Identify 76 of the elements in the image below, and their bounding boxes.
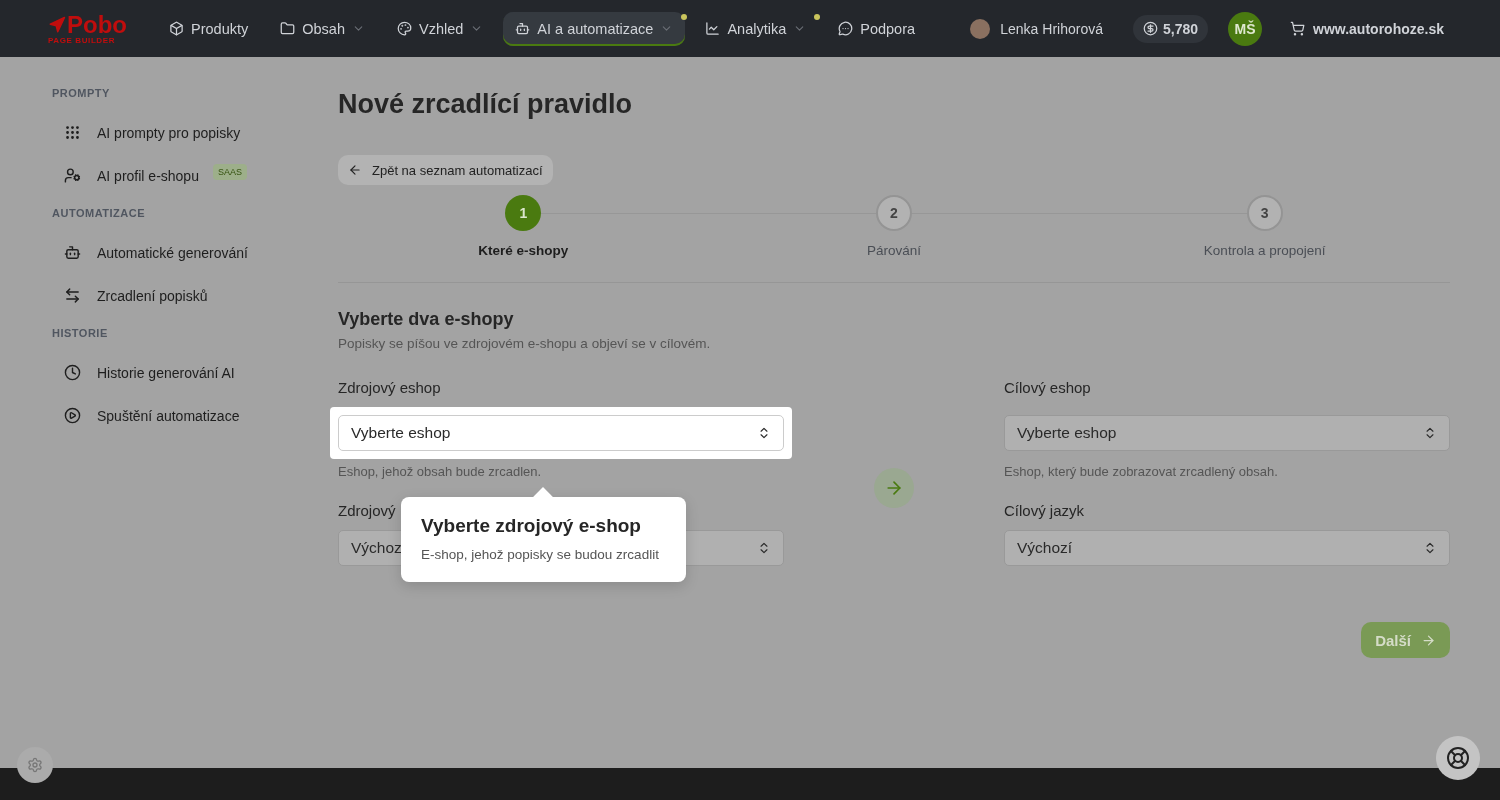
sidebar-item[interactable]: Automatické generování: [52, 231, 332, 274]
sidebar-item[interactable]: Zrcadlení popisků: [52, 274, 332, 317]
sidebar-icon: [64, 364, 81, 381]
nav-tab[interactable]: Obsah: [268, 11, 377, 46]
page-title: Nové zrcadlící pravidlo: [338, 88, 634, 121]
sidebar-item[interactable]: AI profil e-shopu SAAS: [52, 154, 332, 197]
nav-icon: [169, 21, 184, 36]
sidebar-icon: [64, 407, 81, 424]
cart-icon: [1290, 21, 1306, 36]
step-number: 1: [505, 195, 542, 231]
notification-dot: [814, 13, 821, 20]
logo-arrow-icon: [48, 15, 66, 34]
user-menu[interactable]: Lenka Hrihorová: [958, 18, 1115, 39]
section-subtitle: Popisky se píšou ve zdrojovém e-shopu a objeví se v cílovém.: [338, 336, 712, 351]
select-field[interactable]: Vyberte eshop: [1004, 415, 1450, 451]
coin-icon: [1143, 21, 1158, 36]
arrow-right-icon: [874, 467, 914, 508]
nav-icon: [705, 21, 721, 36]
credits-value: 5,780: [1163, 20, 1199, 37]
nav-icon: [515, 21, 531, 36]
sidebar-item[interactable]: AI prompty pro popisky: [52, 111, 332, 154]
sidebar-item-label: Spuštění automatizace: [97, 407, 240, 424]
step-number: 2: [876, 195, 912, 231]
sidebar-item-label: Zrcadlení popisků: [97, 287, 208, 304]
avatar: [970, 18, 991, 39]
step-number: 3: [1246, 195, 1283, 231]
sidebar-item-label: AI prompty pro popisky: [97, 124, 241, 141]
sidebar-item-label: AI profil e-shopu: [97, 167, 199, 184]
section-title: Vyberte dva e-shopy: [338, 309, 515, 330]
settings-icon: [27, 757, 43, 773]
logo-subtitle: PAGE BUILDER: [48, 36, 116, 45]
lifebuoy-icon: [1446, 746, 1470, 770]
sidebar-item[interactable]: Spuštění automatizace: [52, 394, 332, 437]
step-label: Párování: [866, 243, 921, 258]
sidebar-item-label: Automatické generování: [97, 244, 248, 261]
saas-badge: SAAS: [212, 163, 247, 180]
nav-tab[interactable]: Produkty: [157, 11, 261, 46]
field-hint: Eshop, který bude zobrazovat zrcadlený obsah.: [1004, 464, 1279, 479]
select-field[interactable]: Vyberte eshop: [338, 415, 784, 451]
sidebar-item-label: Historie generování AI: [97, 364, 235, 381]
settings-button[interactable]: [17, 747, 53, 783]
shop-link[interactable]: www.autorohoze.sk: [1282, 20, 1452, 37]
step-label: Které e-shopy: [478, 243, 569, 258]
field-label: Zdrojový: [338, 502, 397, 519]
nav-tab[interactable]: Analytika: [693, 11, 819, 46]
select-arrows-icon: [757, 541, 771, 555]
nav-icon: [280, 21, 296, 36]
nav-tab[interactable]: AI a automatizace: [503, 11, 686, 46]
step-label: Kontrola a propojení: [1203, 243, 1326, 258]
sidebar-icon: [64, 244, 81, 261]
field-label: Zdrojový eshop: [338, 379, 442, 396]
nav-tab[interactable]: Podpora: [826, 11, 928, 46]
help-button[interactable]: [1436, 736, 1480, 780]
sidebar-icon: [64, 167, 81, 184]
back-link[interactable]: Zpět na seznam automatizací: [338, 155, 553, 185]
nav-icon: [396, 21, 412, 36]
nav-tab[interactable]: Vzhled: [384, 11, 496, 46]
notification-dot: [681, 13, 688, 20]
arrow-right-icon: [1421, 632, 1436, 648]
sidebar-icon: [64, 287, 81, 304]
tooltip-title: Vyberte zdrojový e-shop: [421, 515, 642, 537]
field-label: Cílový jazyk: [1004, 502, 1086, 519]
logo-title: Pobo: [67, 12, 127, 37]
tooltip-text: E-shop, jehož popisky se budou zrcadlit: [421, 547, 660, 562]
user-name: Lenka Hrihorová: [1000, 20, 1103, 37]
select-arrows-icon: [757, 426, 771, 440]
field-hint: Eshop, jehož obsah bude zrcadlen.: [338, 464, 543, 479]
sidebar-heading: HISTORIE: [52, 327, 109, 339]
select-field[interactable]: Výchozí: [1004, 530, 1450, 566]
field-label: Cílový eshop: [1004, 379, 1092, 396]
sidebar-heading: AUTOMATIZACE: [52, 207, 146, 219]
initials-avatar[interactable]: MŠ: [1228, 11, 1263, 46]
sidebar-item[interactable]: Historie generování AI: [52, 351, 332, 394]
sidebar-heading: PROMPTY: [52, 87, 111, 99]
sidebar-icon: [64, 124, 81, 141]
nav-icon: [838, 21, 854, 36]
